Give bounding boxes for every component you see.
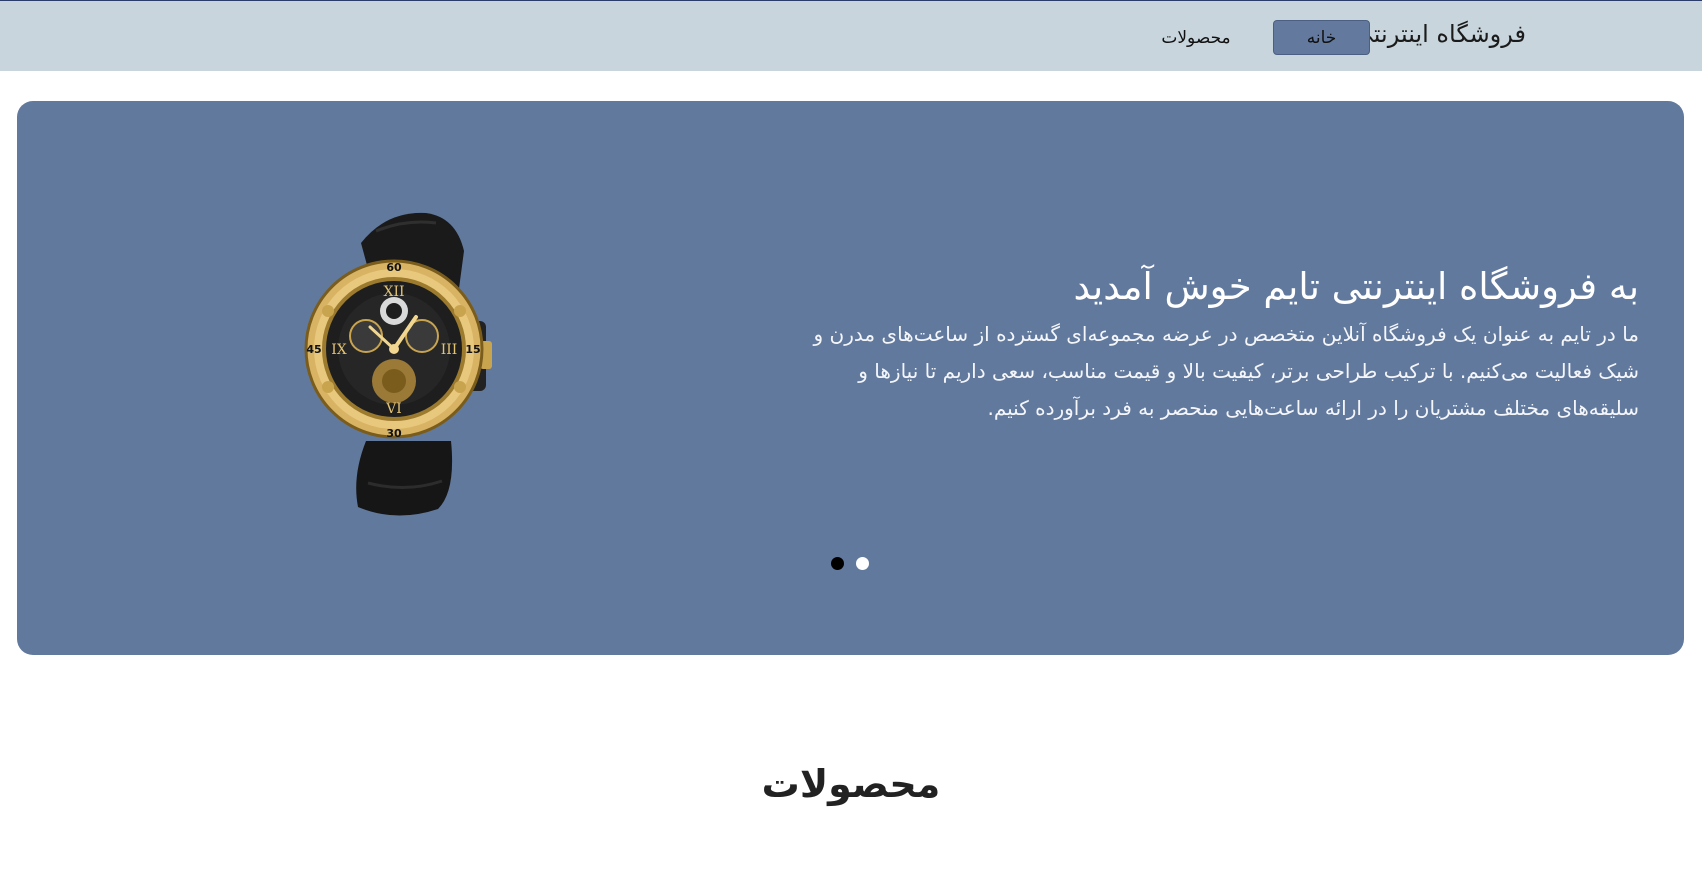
svg-text:15: 15 <box>465 343 480 356</box>
site-header: فروشگاه اینترنتی تایم خانه محصولات <box>0 0 1702 71</box>
hero-watch-image: 60 30 15 45 XII III IX VI <box>266 191 536 521</box>
watch-illustration: 60 30 15 45 XII III IX VI <box>304 212 492 516</box>
svg-text:XII: XII <box>383 284 404 300</box>
hero-description: ما در تایم به عنوان یک فروشگاه آنلاین مت… <box>813 322 1640 420</box>
nav-products-link[interactable]: محصولات <box>1150 25 1242 51</box>
slider-dot-2[interactable] <box>856 557 869 570</box>
hero-slider: به فروشگاه اینترنتی تایم خوش آمدید ما در… <box>17 101 1684 655</box>
hero-title: به فروشگاه اینترنتی تایم خوش آمدید <box>1073 265 1639 308</box>
slider-dot-1[interactable] <box>831 557 844 570</box>
svg-text:45: 45 <box>306 343 321 356</box>
hero-text-block: به فروشگاه اینترنتی تایم خوش آمدید ما در… <box>794 264 1640 427</box>
slider-dots <box>831 557 869 570</box>
products-section-title: محصولات <box>761 762 941 806</box>
svg-text:VI: VI <box>385 401 402 417</box>
svg-text:III: III <box>441 342 458 358</box>
svg-text:30: 30 <box>386 427 402 440</box>
nav-home-button[interactable]: خانه <box>1273 20 1370 55</box>
svg-text:60: 60 <box>386 261 402 274</box>
svg-text:IX: IX <box>331 342 347 358</box>
